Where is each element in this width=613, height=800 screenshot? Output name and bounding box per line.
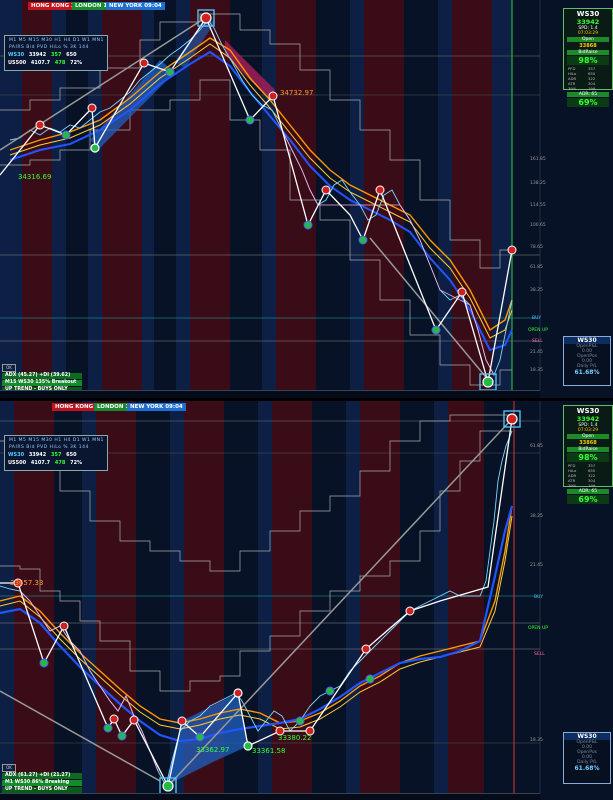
panel-price: 33942 bbox=[576, 415, 600, 423]
ok-button[interactable]: OK bbox=[2, 364, 16, 372]
breakout-status: M1 WS30 86% Breaking bbox=[2, 780, 82, 786]
sell-tag: SELL bbox=[534, 652, 545, 657]
mtf-header: M1 M5 M15 M30 H1 H4 D1 W1 MN1 bbox=[9, 438, 104, 443]
mtf-symbol: WS30 bbox=[8, 452, 25, 458]
mtf-row: WS30 33942 357 650 bbox=[8, 452, 80, 458]
panel-symbol: WS30 bbox=[576, 10, 600, 18]
scale-label: 61.85 bbox=[530, 265, 543, 270]
mtf-row: US500 4107.7 478 72% bbox=[8, 460, 85, 466]
panel-adr-pct: 69% bbox=[567, 495, 609, 504]
panel-symbol: WS30 bbox=[576, 407, 600, 415]
panel-price: 33942 bbox=[576, 18, 600, 26]
panel-time: 07:03:29 bbox=[577, 31, 599, 36]
price-label: 33362.97 bbox=[196, 746, 230, 754]
session-newyork: NEW YORK 09:04 bbox=[106, 2, 165, 10]
scale-label: 78.65 bbox=[530, 245, 543, 250]
ok-button[interactable]: OK bbox=[2, 764, 16, 772]
panel-adr-pct: 69% bbox=[567, 98, 609, 107]
buy-tag: BUY bbox=[532, 316, 542, 321]
scale-label: 21.45 bbox=[530, 350, 543, 355]
mtf-symbol: US500 bbox=[8, 460, 27, 466]
stat-value: 199 bbox=[588, 86, 596, 91]
pl-daily-pct: 61.68% bbox=[574, 765, 600, 772]
breakout-status: M15 WS30 135% Breakout bbox=[2, 380, 82, 386]
scale-label: 18.35 bbox=[530, 368, 543, 373]
scale-label: 138.25 bbox=[530, 181, 546, 186]
panel-time: 07:03:29 bbox=[577, 428, 599, 433]
pl-daily-pct: 61.68% bbox=[574, 369, 600, 376]
time-axis bbox=[0, 793, 540, 800]
mtf-pvd: 478 bbox=[54, 60, 66, 66]
panel-bidraise-pct: 98% bbox=[567, 56, 609, 65]
sell-tag: SELL bbox=[532, 339, 543, 344]
scale-label: 38.25 bbox=[530, 514, 543, 519]
mtf-table: M1 M5 M15 M30 H1 H4 D1 W1 MN1 PAIRS Bid … bbox=[4, 35, 108, 71]
stat-label: 39% bbox=[568, 86, 577, 91]
mtf-hilo: 650 bbox=[66, 52, 77, 58]
price-label: 34732.97 bbox=[280, 89, 314, 97]
price-line bbox=[9, 19, 513, 377]
open-up-tag: OPEN UP bbox=[528, 328, 548, 333]
scale-label: 114.55 bbox=[530, 203, 546, 208]
mtf-bid: 4107.7 bbox=[30, 460, 51, 466]
pl-panel: WS30 OpenP&L 0.00 OpenPos 0.00 Daily P/L… bbox=[563, 732, 611, 784]
mtf-pvd: 357 bbox=[50, 452, 62, 458]
mtf-row: WS30 33942 357 650 bbox=[8, 52, 80, 58]
mtf-subheader: PAIRS Bid PVD HiLo % 3K 144 bbox=[9, 45, 89, 50]
symbol-info-panel: WS30 33942 SPD: 1.4 07:03:29 Open 33868 … bbox=[563, 405, 613, 504]
scale-label: 100.65 bbox=[530, 223, 546, 228]
stat-label: 39% bbox=[568, 483, 577, 488]
mtf-pvd: 478 bbox=[54, 460, 66, 466]
panel-bidraise-label: BidRaise bbox=[567, 447, 609, 452]
panel-adr-label: ADR: 65 bbox=[567, 92, 609, 97]
panel-open-value: 33868 bbox=[579, 440, 597, 446]
price-label: 33361.58 bbox=[252, 747, 286, 755]
pl-panel: WS30 OpenP&L 0.00 OpenPos 0.00 Daily P/L… bbox=[563, 336, 611, 386]
scale-label: 61.85 bbox=[530, 444, 543, 449]
top-chart-panel[interactable]: HONG KONG 21:04 LONDON 14:04 NEW YORK 09… bbox=[0, 0, 613, 398]
scale-label: 21.45 bbox=[530, 563, 543, 568]
panel-adr-label: ADR: 65 bbox=[567, 489, 609, 494]
session-newyork: NEW YORK 09:04 bbox=[127, 403, 186, 411]
symbol-info-panel: WS30 33942 SPD: 1.4 07:03:29 Open 33868 … bbox=[563, 8, 613, 107]
panel-bidraise-pct: 98% bbox=[567, 453, 609, 462]
mtf-symbol: WS30 bbox=[8, 52, 25, 58]
price-label: 34316.69 bbox=[18, 173, 52, 181]
mtf-hilo: 72% bbox=[70, 460, 83, 466]
panel-open-value: 33868 bbox=[579, 43, 597, 49]
scale-label: 161.85 bbox=[530, 157, 546, 162]
mtf-hilo: 650 bbox=[66, 452, 77, 458]
mtf-header: M1 M5 M15 M30 H1 H4 D1 W1 MN1 bbox=[9, 38, 104, 43]
panel-open-label: Open bbox=[567, 434, 609, 439]
mtf-symbol: US500 bbox=[8, 60, 27, 66]
adx-status: ADX (61.27) +DI (21.27) bbox=[2, 773, 82, 779]
panel-open-label: Open bbox=[567, 37, 609, 42]
panel-bidraise-label: BidRaise bbox=[567, 50, 609, 55]
buy-tag: BUY bbox=[534, 595, 544, 600]
adx-status: ADX (45.27) +DI (39.62) bbox=[2, 373, 82, 379]
mtf-bid: 33942 bbox=[28, 52, 47, 58]
mtf-bid: 4107.7 bbox=[30, 60, 51, 66]
mtf-hilo: 72% bbox=[70, 60, 83, 66]
pl-symbol: WS30 bbox=[564, 733, 610, 740]
panel-stats: PFD 357 HiLo 650 ADR 322 ATR 304 39% 199 bbox=[564, 66, 612, 91]
mtf-bid: 33942 bbox=[28, 452, 47, 458]
stat-value: 199 bbox=[588, 483, 596, 488]
panel-stats: PFD 357 HiLo 650 ADR 322 ATR 304 39% 199 bbox=[564, 463, 612, 488]
mtf-table: M1 M5 M15 M30 H1 H4 D1 W1 MN1 PAIRS Bid … bbox=[4, 435, 108, 471]
open-up-tag: OPEN UP bbox=[528, 626, 548, 631]
scale-label: 38.25 bbox=[530, 288, 543, 293]
scale-label: 18.35 bbox=[530, 738, 543, 743]
mtf-pvd: 357 bbox=[50, 52, 62, 58]
mtf-subheader: PAIRS Bid PVD HiLo % 3K 144 bbox=[9, 445, 89, 450]
mtf-row: US500 4107.7 478 72% bbox=[8, 60, 85, 66]
price-label: 33380.22 bbox=[278, 734, 312, 742]
time-axis bbox=[0, 390, 540, 398]
pl-symbol: WS30 bbox=[564, 337, 610, 344]
price-label: 33657.33 bbox=[10, 579, 44, 587]
bottom-chart-panel[interactable]: HONG KONG 21:04 LONDON 14:04 NEW YORK 09… bbox=[0, 401, 613, 800]
